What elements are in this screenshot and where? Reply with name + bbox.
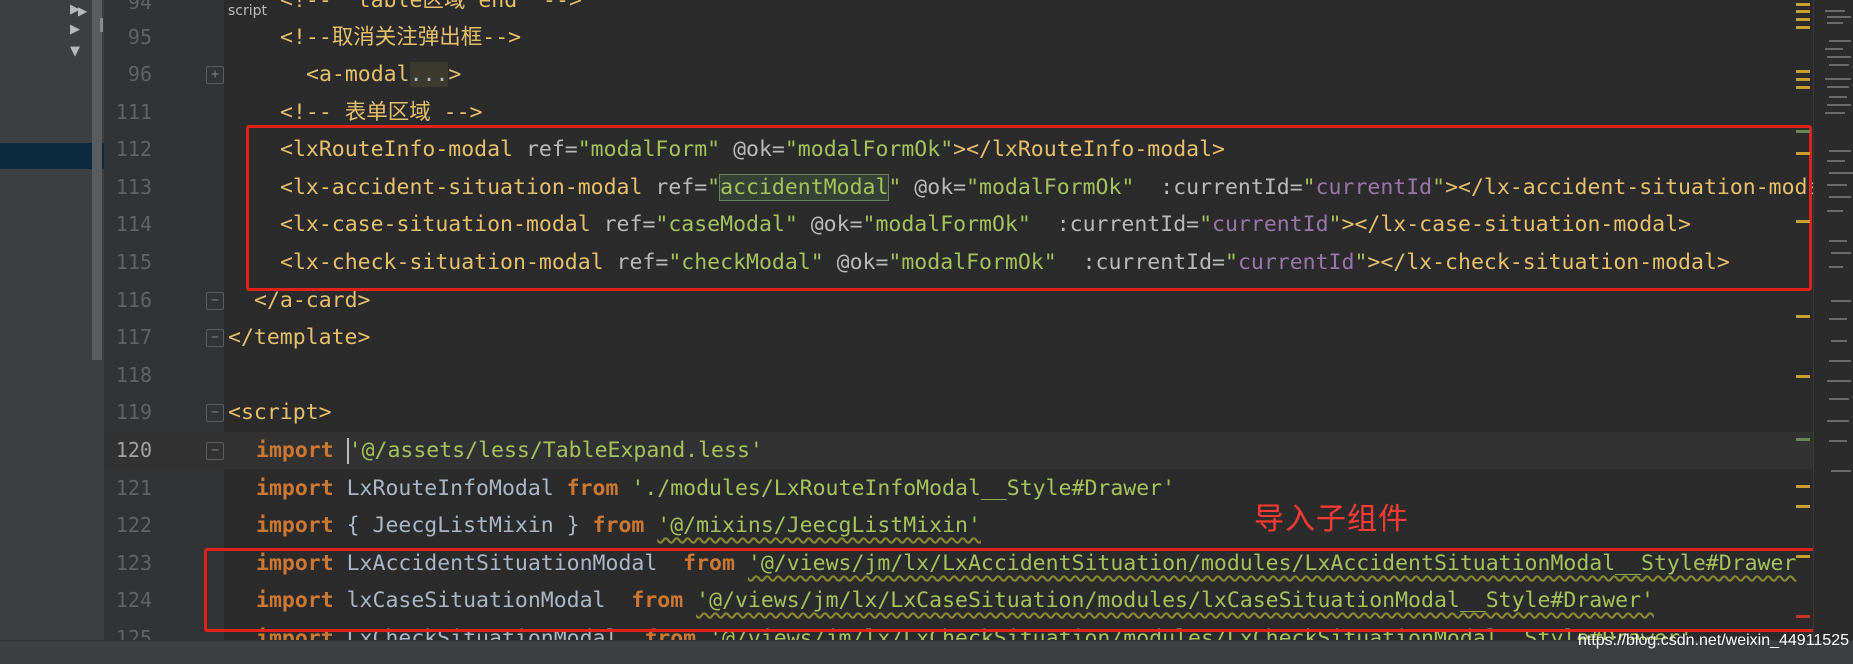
fold-collapse-icon[interactable]: − <box>206 442 224 460</box>
tag-token: <script> <box>228 400 332 425</box>
folded-region[interactable]: ... <box>409 62 449 87</box>
comment-token: <!--取消关注弹出框--> <box>280 25 522 50</box>
keyword-token: from <box>566 476 619 501</box>
keyword-token: from <box>592 513 645 538</box>
warning-marker[interactable] <box>1796 18 1810 21</box>
warning-marker[interactable] <box>1796 26 1810 29</box>
comment-token: <!-- 表单区域 --> <box>280 100 483 125</box>
line-number: 116 <box>115 288 152 312</box>
keyword-token: import <box>256 476 334 501</box>
fold-collapse-icon[interactable]: − <box>206 292 224 310</box>
project-selected-row[interactable] <box>0 143 104 169</box>
code-line-122[interactable]: import { JeecgListMixin } from '@/mixins… <box>256 507 981 544</box>
watermark: https://blog.csdn.net/weixin_44911525 <box>1577 632 1849 649</box>
annotation-box-modals <box>246 125 1812 291</box>
code-line-119[interactable]: <script> <box>228 394 332 431</box>
warning-marker[interactable] <box>1796 10 1810 13</box>
warning-marker[interactable] <box>1796 78 1810 81</box>
change-marker[interactable] <box>1796 130 1810 133</box>
line-number: 114 <box>115 212 152 236</box>
minimap[interactable] <box>1823 0 1853 640</box>
project-item-icon <box>100 18 103 32</box>
fold-collapse-icon[interactable]: − <box>206 329 224 347</box>
keyword-token: import <box>256 438 334 463</box>
warning-marker[interactable] <box>1796 3 1810 6</box>
warning-marker[interactable] <box>1796 375 1810 378</box>
tag-token: <a-modal <box>306 62 410 87</box>
warning-marker[interactable] <box>1796 220 1810 223</box>
code-line-117[interactable]: </template> <box>228 319 370 356</box>
warning-marker[interactable] <box>1796 86 1810 89</box>
code-line-95[interactable]: <!--取消关注弹出框--> <box>280 19 521 56</box>
project-scrollbar[interactable] <box>92 0 102 360</box>
line-number: 94 <box>127 0 152 14</box>
string-token: '@/mixins/JeecgListMixin' <box>657 513 981 538</box>
line-number: 113 <box>115 175 152 199</box>
breadcrumb-arrow-icon[interactable]: ▶ <box>78 1 87 22</box>
code-line-94[interactable]: <!-- table区域 end --> <box>280 0 582 19</box>
identifier-token: LxRouteInfoModal <box>333 476 567 501</box>
tag-token: </a-card> <box>254 288 371 313</box>
line-number: 118 <box>115 363 152 387</box>
line-number: 111 <box>115 100 152 124</box>
annotation-box-imports <box>204 548 1850 632</box>
status-bar <box>0 640 1853 664</box>
line-number: 95 <box>127 25 152 49</box>
tree-expand-icon[interactable]: ▶ <box>70 20 80 40</box>
line-number: 124 <box>115 588 152 612</box>
warning-marker[interactable] <box>1796 152 1810 155</box>
warning-marker[interactable] <box>1796 485 1810 488</box>
code-line-121[interactable]: import LxRouteInfoModal from './modules/… <box>256 470 1175 507</box>
comment-token: <!-- table区域 end --> <box>280 0 582 13</box>
line-number: 112 <box>115 137 152 161</box>
line-number: 115 <box>115 250 152 274</box>
warning-marker[interactable] <box>1796 315 1810 318</box>
tag-token: </template> <box>228 325 371 350</box>
warning-marker[interactable] <box>1796 555 1810 558</box>
line-number: 117 <box>115 325 152 349</box>
line-number: 122 <box>115 513 152 537</box>
annotation-label: 导入子组件 <box>1254 502 1409 537</box>
fold-collapse-icon[interactable]: − <box>206 404 224 422</box>
line-number: 96 <box>127 62 152 86</box>
warning-marker[interactable] <box>1796 505 1810 508</box>
line-number: 120 <box>115 438 152 462</box>
change-marker[interactable] <box>1796 438 1810 441</box>
breadcrumb[interactable]: script <box>228 1 267 22</box>
error-marker[interactable] <box>1796 615 1810 618</box>
tree-collapse-icon[interactable]: ▼ <box>70 42 80 62</box>
line-number: 123 <box>115 551 152 575</box>
code-line-96[interactable]: <a-modal...> <box>306 56 461 93</box>
string-token: '@/assets/less/TableExpand.less' <box>348 438 763 463</box>
fold-expand-icon[interactable]: + <box>206 66 224 84</box>
line-number: 121 <box>115 476 152 500</box>
warning-marker[interactable] <box>1796 70 1810 73</box>
line-number: 119 <box>115 400 152 424</box>
identifier-token: { JeecgListMixin } <box>333 513 593 538</box>
project-tool-window <box>0 0 104 663</box>
code-line-120[interactable]: import '@/assets/less/TableExpand.less' <box>256 432 763 469</box>
keyword-token: import <box>256 513 334 538</box>
string-token: './modules/LxRouteInfoModal__Style#Drawe… <box>618 476 1176 501</box>
tag-token: > <box>448 62 462 87</box>
